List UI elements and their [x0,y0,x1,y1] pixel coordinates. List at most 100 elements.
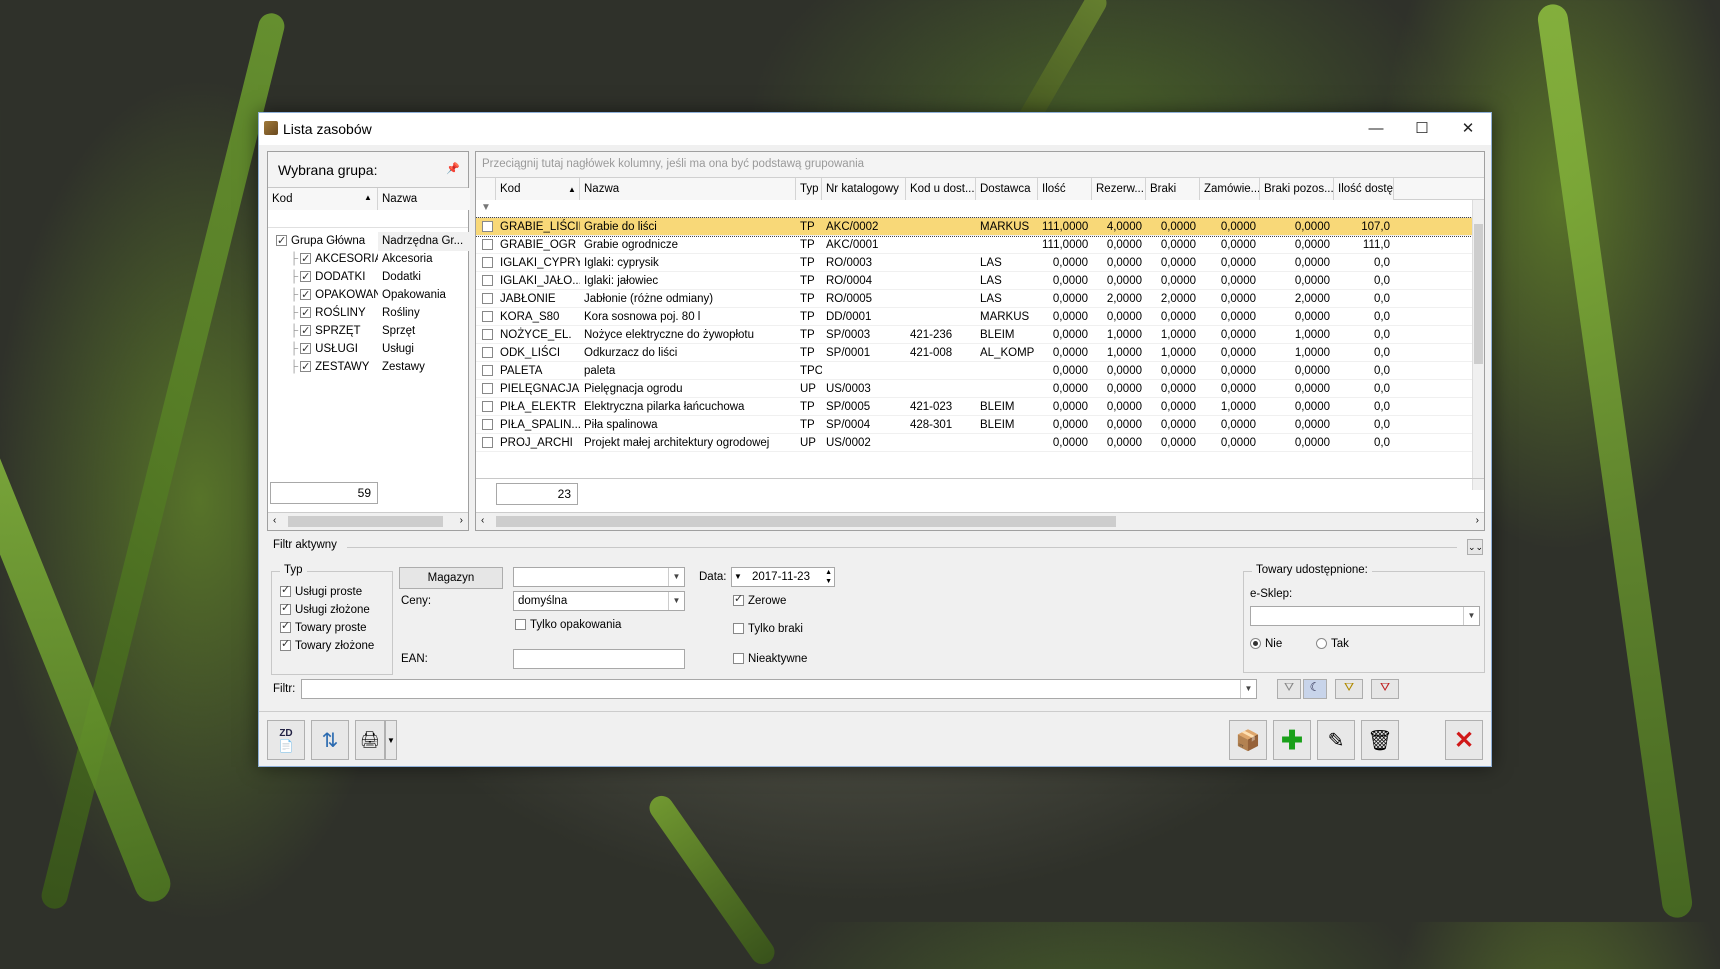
collapse-filter-button[interactable]: ⌄⌄ [1467,539,1483,555]
checkbox-icon[interactable] [733,653,744,665]
pin-icon[interactable]: 📌 [446,162,460,175]
funnel-icon[interactable]: ▼ [481,202,491,213]
checkbox-icon[interactable] [482,329,493,341]
checkbox-icon[interactable] [482,401,493,413]
group-tree-item[interactable]: ├ SPRZĘT Sprzęt [268,322,468,341]
add-button[interactable]: ✚ [1273,720,1311,760]
checkbox-icon[interactable] [482,221,493,233]
group-tree-item[interactable]: ├ AKCESORIA Akcesoria [268,250,468,269]
boxes-button[interactable]: 📦 [1229,720,1267,760]
table-row[interactable]: PIŁA_ELEKTR Elektryczna pilarka łańcuchow… [476,398,1484,416]
groups-col-nazwa[interactable]: Nazwa [378,188,470,210]
table-row[interactable]: IGLAKI_JAŁO... Iglaki: jałowiec TP RO/0004 L… [476,272,1484,290]
checkbox-icon[interactable] [733,592,744,607]
filter-build-button[interactable]: ⛛ [1335,679,1363,699]
group-tree-item[interactable]: ├ OPAKOWANIA Opakowania [268,286,468,305]
checkbox-icon[interactable] [300,286,312,305]
nie-radio[interactable]: Nie [1250,638,1282,650]
checkbox-icon[interactable] [482,275,493,287]
filter-moon-button[interactable]: ☾ [1303,679,1327,699]
maximize-button[interactable]: ☐ [1399,113,1445,143]
table-row[interactable]: GRABIE_OGR Grabie ogrodnicze TP AKC/0001 111… [476,236,1484,254]
chevron-down-icon[interactable]: ▼ [1463,607,1479,625]
grid-column-header[interactable]: Ilość dostę... [1334,178,1394,200]
grid-column-header[interactable]: Kod u dost... [906,178,976,200]
checkbox-icon[interactable] [280,583,291,598]
grid-column-header[interactable]: Dostawca [976,178,1038,200]
filtr-input[interactable]: ▼ [301,679,1257,699]
checkbox-icon[interactable] [482,383,493,395]
grid-column-header[interactable]: Rezerw... [1092,178,1146,200]
chevron-down-icon[interactable]: ▼ [668,568,684,586]
checkbox-icon[interactable] [482,239,493,251]
nieaktywne-checkbox[interactable]: Nieaktywne [733,653,807,665]
checkbox-icon[interactable] [482,347,493,359]
checkbox-icon[interactable] [300,358,312,377]
grid-column-header[interactable]: Braki pozos... [1260,178,1334,200]
checkbox-icon[interactable] [515,619,526,631]
groups-filter-row[interactable] [268,210,468,228]
export-button[interactable]: ⇅ [311,720,349,760]
clear-filter-button[interactable]: ⛛ [1371,679,1399,699]
table-row[interactable]: PROJ_ARCHI Projekt małej architektury ogr… [476,434,1484,452]
typ-checkbox[interactable]: Towary złożone [280,637,374,652]
table-row[interactable]: GRABIE_LIŚCIE Grabie do liści TP AKC/0002 MA… [476,217,1484,237]
checkbox-icon[interactable] [482,257,493,269]
checkbox-icon[interactable] [280,601,291,616]
grid-column-header[interactable]: Braki [1146,178,1200,200]
checkbox-icon[interactable] [482,311,493,323]
grid-filter-row[interactable]: ▼ [476,200,1484,218]
checkbox-icon[interactable] [733,623,744,635]
typ-checkbox[interactable]: Usługi złożone [280,601,370,616]
scroll-left-icon[interactable]: ‹ [273,515,276,526]
checkbox-icon[interactable] [482,365,493,377]
checkbox-icon[interactable] [280,637,291,652]
print-menu-button[interactable]: ▼ [385,720,397,760]
zerowe-checkbox[interactable]: Zerowe [733,592,786,607]
radio-icon[interactable] [1250,638,1261,650]
typ-checkbox[interactable]: Usługi proste [280,583,362,598]
table-row[interactable]: PIELĘGNACJA Pielęgnacja ogrodu UP US/0003 0,… [476,380,1484,398]
grid-horizontal-scrollbar[interactable]: ‹ › [476,512,1484,530]
checkbox-icon[interactable] [482,419,493,431]
close-button[interactable]: ✕ [1445,720,1483,760]
checkbox-icon[interactable] [482,437,493,449]
select-column-header[interactable] [476,178,496,200]
calendar-dropdown-icon[interactable]: ▼ [734,568,742,586]
checkbox-icon[interactable] [276,232,287,251]
table-row[interactable]: PALETA paleta TPO 0,0000 0,0000 0,0000 0,0000 0… [476,362,1484,380]
checkbox-icon[interactable] [280,619,291,634]
scroll-right-icon[interactable]: › [460,515,463,526]
esklep-select[interactable]: ▼ [1250,606,1480,626]
chevron-down-icon[interactable]: ▼ [1240,680,1256,698]
table-row[interactable]: JABŁONIE Jabłonie (różne odmiany) TP RO/000… [476,290,1484,308]
tak-radio[interactable]: Tak [1316,638,1349,650]
zd-button[interactable]: ZD 📄 [267,720,305,760]
edit-button[interactable]: ✎ [1317,720,1355,760]
checkbox-icon[interactable] [300,340,312,359]
group-tree-item[interactable]: Grupa Główna Nadrzędna Gr... [268,232,470,251]
checkbox-icon[interactable] [300,268,312,287]
groups-col-kod[interactable]: Kod [268,188,378,210]
checkbox-icon[interactable] [300,322,312,341]
magazyn-select[interactable]: ▼ [513,567,685,587]
grid-column-header[interactable]: Zamówie... [1200,178,1260,200]
close-window-button[interactable]: ✕ [1445,113,1491,143]
chevron-down-icon[interactable]: ▼ [668,592,684,610]
ean-input[interactable] [513,649,685,669]
radio-icon[interactable] [1316,638,1327,650]
table-row[interactable]: PIŁA_SPALIN... Piła spalinowa TP SP/0004 428… [476,416,1484,434]
group-tree-item[interactable]: ├ ROŚLINY Rośliny [268,304,468,323]
checkbox-icon[interactable] [300,304,312,323]
group-tree-item[interactable]: ├ USŁUGI Usługi [268,340,468,359]
apply-filter-button[interactable]: ⛛ [1277,679,1301,699]
grid-column-header[interactable]: Nr katalogowy [822,178,906,200]
table-row[interactable]: ODK_LIŚCI Odkurzacz do liści TP SP/0001 421-… [476,344,1484,362]
group-by-area[interactable]: Przeciągnij tutaj nagłówek kolumny, jeśl… [476,152,1484,178]
grid-column-header[interactable]: Typ [796,178,822,200]
grid-column-header[interactable]: Nazwa [580,178,796,200]
table-row[interactable]: IGLAKI_CYPRYS Iglaki: cyprysik TP RO/0003 LA… [476,254,1484,272]
ceny-select[interactable]: domyślna ▼ [513,591,685,611]
grid-column-header[interactable]: Ilość [1038,178,1092,200]
checkbox-icon[interactable] [482,293,493,305]
